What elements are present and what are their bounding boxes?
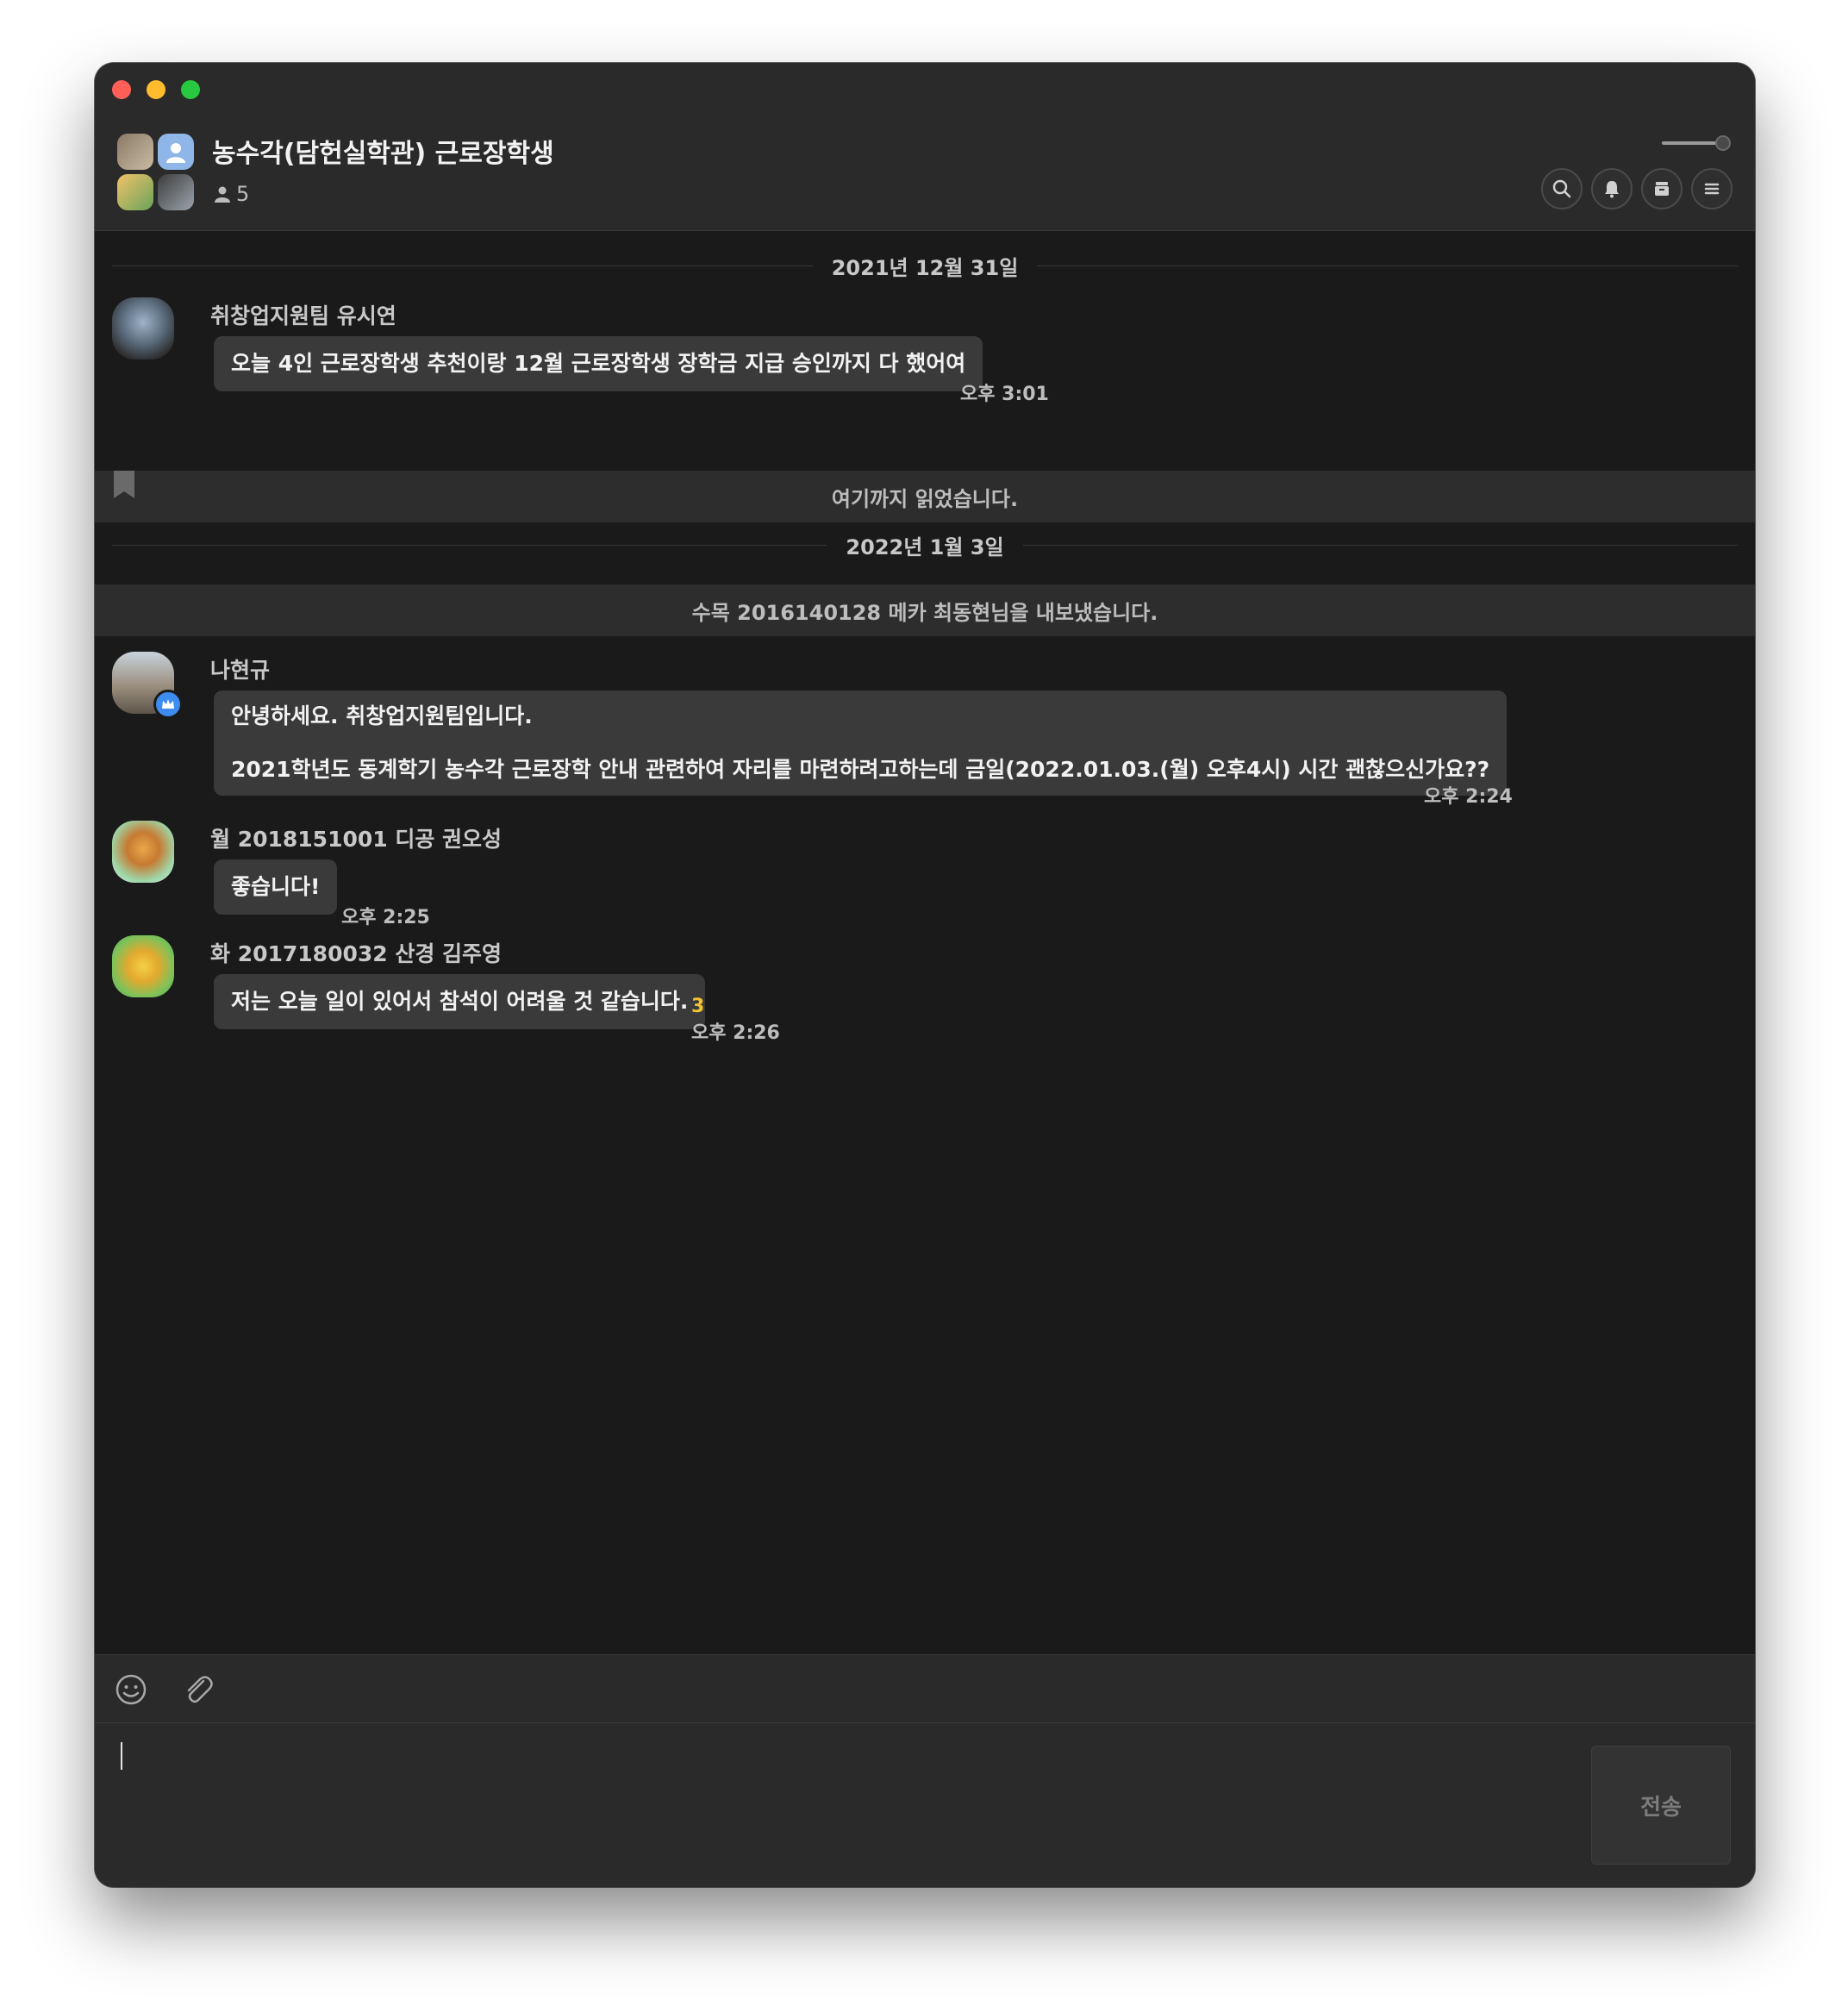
message-input[interactable] [117, 1746, 1565, 1861]
group-avatar[interactable] [117, 134, 195, 211]
member-count-value: 5 [236, 182, 250, 206]
message-line: 안녕하세요. 취창업지원팀입니다. [231, 703, 533, 728]
emoji-icon[interactable] [114, 1672, 148, 1707]
drawer-button[interactable] [1641, 168, 1683, 209]
slider-track [1662, 141, 1722, 145]
notification-button[interactable] [1591, 168, 1633, 209]
message-time: 오후 3:01 [960, 384, 1049, 405]
attach-icon[interactable] [181, 1672, 215, 1707]
drawer-icon [1655, 182, 1669, 196]
date-label: 2022년 1월 3일 [846, 534, 1004, 559]
message-bubble[interactable]: 안녕하세요. 취창업지원팀입니다. 2021학년도 동계학기 농수각 근로장학 … [214, 690, 1508, 796]
message-time: 오후 2:25 [341, 907, 430, 928]
opacity-slider[interactable] [1662, 134, 1731, 152]
search-button[interactable] [1541, 168, 1583, 209]
member-count[interactable]: 5 [214, 182, 249, 206]
close-window-button[interactable] [112, 80, 131, 99]
crown-icon [162, 699, 174, 709]
maximize-window-button[interactable] [181, 80, 200, 99]
avatar[interactable] [112, 297, 174, 359]
sender-name: 월 2018151001 디공 권오성 [210, 827, 503, 852]
message-bubble[interactable]: 좋습니다! [214, 859, 338, 915]
member-avatar [117, 174, 153, 210]
chat-header: 농수각(담헌실학관) 근로장학생 5 [95, 63, 1755, 231]
chat-window: 농수각(담헌실학관) 근로장학생 5 2021년 12월 31일 취창업지원팀 … [95, 63, 1755, 1887]
message-list[interactable]: 2021년 12월 31일 취창업지원팀 유시연 오늘 4인 근로장학생 추천이… [95, 231, 1755, 1722]
message-line: 2021학년도 동계학기 농수각 근로장학 안내 관련하여 자리를 마련하려고하… [231, 757, 1490, 782]
sender-name: 취창업지원팀 유시연 [210, 303, 396, 328]
message-time: 오후 2:24 [1424, 786, 1513, 808]
search-icon [1552, 179, 1571, 198]
room-title: 농수각(담헌실학관) 근로장학생 [212, 139, 554, 169]
person-icon [215, 186, 230, 203]
message-bubble[interactable]: 오늘 4인 근로장학생 추천이랑 12월 근로장학생 장학금 지급 승인까지 다… [214, 336, 983, 391]
sender-name: 화 2017180032 산경 김주영 [210, 941, 503, 966]
menu-button[interactable] [1691, 168, 1732, 209]
message-time: 오후 2:26 [691, 1022, 780, 1044]
read-marker-bar: 여기까지 읽었습니다. [95, 471, 1755, 522]
menu-icon [1704, 183, 1720, 195]
member-avatar [117, 134, 153, 170]
message-bubble[interactable]: 저는 오늘 일이 있어서 참석이 어려울 것 같습니다. [214, 974, 706, 1029]
member-avatar [158, 174, 194, 210]
message-meta: 3 오후 2:26 [691, 996, 780, 1045]
member-avatar [158, 134, 194, 170]
avatar[interactable] [112, 821, 174, 883]
bell-icon [1605, 181, 1619, 198]
date-label: 2021년 12월 31일 [831, 255, 1019, 280]
minimize-window-button[interactable] [147, 80, 165, 99]
read-marker-text: 여기까지 읽었습니다. [831, 486, 1019, 511]
window-controls [112, 80, 200, 99]
system-notice-bar: 수목 2016140128 메카 최동현님을 내보냈습니다. [95, 584, 1755, 636]
unread-count: 3 [691, 996, 705, 1017]
composer: 전송 [95, 1722, 1755, 1887]
composer-toolbar [95, 1654, 1755, 1722]
avatar[interactable] [112, 935, 174, 997]
slider-knob[interactable] [1715, 135, 1731, 151]
send-button[interactable]: 전송 [1591, 1746, 1731, 1865]
date-separator: 2021년 12월 31일 [112, 248, 1738, 283]
date-separator: 2022년 1월 3일 [112, 528, 1738, 562]
bookmark-icon[interactable] [114, 471, 134, 498]
default-profile-icon [166, 143, 185, 163]
sender-name: 나현규 [210, 658, 271, 683]
system-notice-text: 수목 2016140128 메카 최동현님을 내보냈습니다. [691, 600, 1158, 625]
host-crown-badge [153, 690, 183, 719]
header-actions [1541, 168, 1732, 209]
